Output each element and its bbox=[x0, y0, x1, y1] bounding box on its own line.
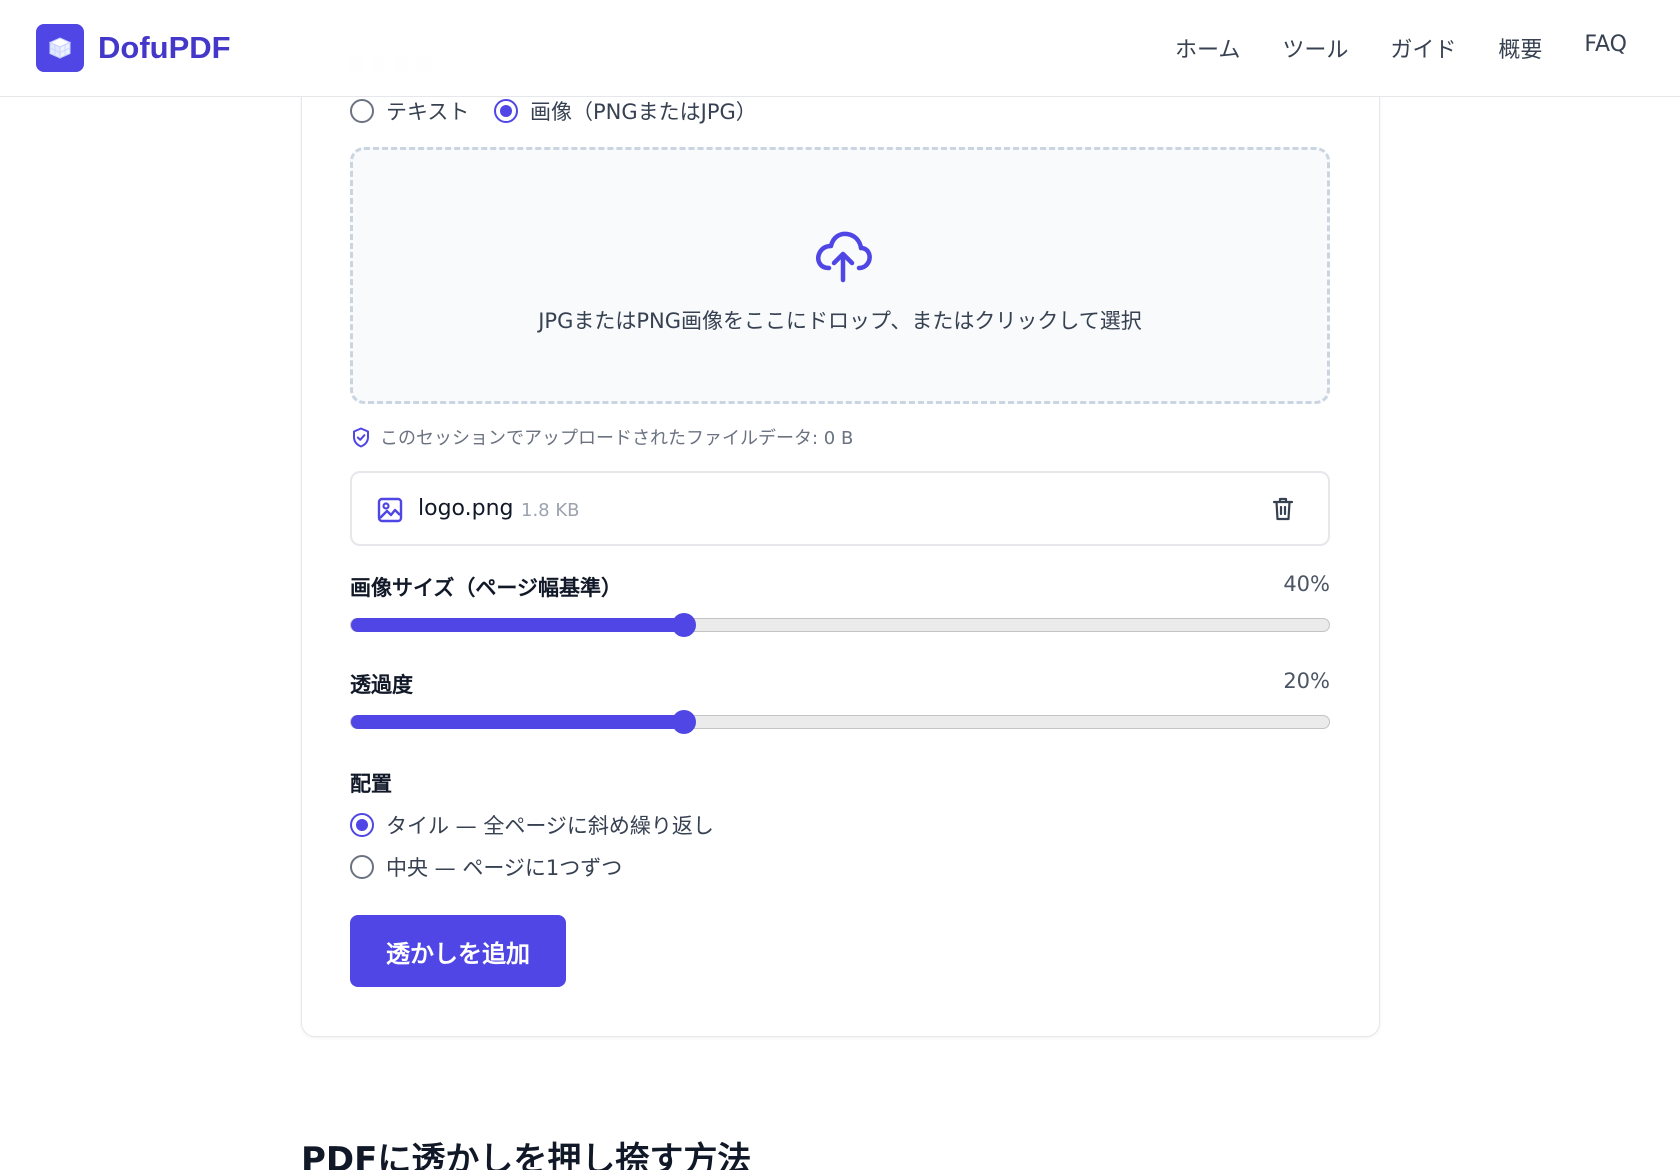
radio-center-label: 中央 — ページに1つずつ bbox=[386, 856, 623, 880]
radio-tile-button[interactable] bbox=[350, 813, 374, 837]
opacity-value: 20% bbox=[1283, 669, 1330, 693]
image-size-slider[interactable] bbox=[350, 613, 1330, 637]
radio-center-button[interactable] bbox=[350, 855, 374, 879]
file-size: 1.8 KB bbox=[521, 500, 580, 521]
radio-center[interactable]: 中央 — ページに1つずつ bbox=[350, 852, 622, 882]
section-title: PDFに透かしを押し捺す方法 bbox=[301, 1140, 752, 1170]
radio-image[interactable]: 画像（PNGまたはJPG） bbox=[494, 96, 757, 126]
nav-faq[interactable]: FAQ bbox=[1584, 32, 1627, 64]
file-name: logo.png bbox=[418, 496, 514, 521]
radio-image-button[interactable] bbox=[494, 99, 518, 123]
slider-thumb[interactable] bbox=[671, 613, 696, 637]
image-size-value: 40% bbox=[1283, 572, 1330, 596]
tofu-cube-icon bbox=[48, 37, 72, 59]
radio-image-label: 画像（PNGまたはJPG） bbox=[530, 100, 757, 124]
image-dropzone[interactable]: JPGまたはPNG画像をここにドロップ、またはクリックして選択 bbox=[350, 147, 1330, 404]
add-watermark-button[interactable]: 透かしを追加 bbox=[350, 915, 566, 987]
opacity-slider[interactable] bbox=[350, 710, 1330, 734]
slider-fill bbox=[351, 715, 684, 729]
brand-name: DofuPDF bbox=[98, 30, 231, 65]
uploaded-file-row: logo.png 1.8 KB bbox=[350, 471, 1330, 546]
nav-guide[interactable]: ガイド bbox=[1390, 32, 1456, 64]
image-size-label: 画像サイズ（ページ幅基準） bbox=[350, 576, 622, 600]
brand-logo[interactable]: DofuPDF bbox=[36, 24, 231, 72]
radio-tile[interactable]: タイル — 全ページに斜め繰り返し bbox=[350, 810, 714, 840]
radio-text-button[interactable] bbox=[350, 99, 374, 123]
site-header: DofuPDF ホーム ツール ガイド 概要 FAQ bbox=[0, 0, 1680, 97]
radio-text[interactable]: テキスト bbox=[350, 96, 469, 126]
slider-fill bbox=[351, 618, 684, 632]
privacy-note: このセッションでアップロードされたファイルデータ: 0 B bbox=[352, 424, 853, 450]
radio-tile-label: タイル — 全ページに斜め繰り返し bbox=[386, 814, 714, 838]
slider-thumb[interactable] bbox=[671, 710, 696, 734]
logo-mark bbox=[36, 24, 84, 72]
placement-label: 配置 bbox=[350, 772, 392, 796]
nav-tools[interactable]: ツール bbox=[1282, 32, 1348, 64]
image-file-icon bbox=[377, 497, 403, 523]
opacity-label: 透過度 bbox=[350, 673, 413, 697]
main-nav: ホーム ツール ガイド 概要 FAQ bbox=[1175, 32, 1627, 64]
dropzone-text: JPGまたはPNG画像をここにドロップ、またはクリックして選択 bbox=[538, 309, 1142, 333]
nav-about[interactable]: 概要 bbox=[1498, 32, 1542, 64]
radio-text-label: テキスト bbox=[386, 100, 470, 124]
cloud-upload-icon bbox=[816, 231, 872, 283]
nav-home[interactable]: ホーム bbox=[1175, 32, 1240, 64]
trash-icon[interactable] bbox=[1272, 496, 1294, 522]
privacy-text: このセッションでアップロードされたファイルデータ: 0 B bbox=[380, 428, 854, 449]
shield-check-icon bbox=[353, 427, 369, 447]
